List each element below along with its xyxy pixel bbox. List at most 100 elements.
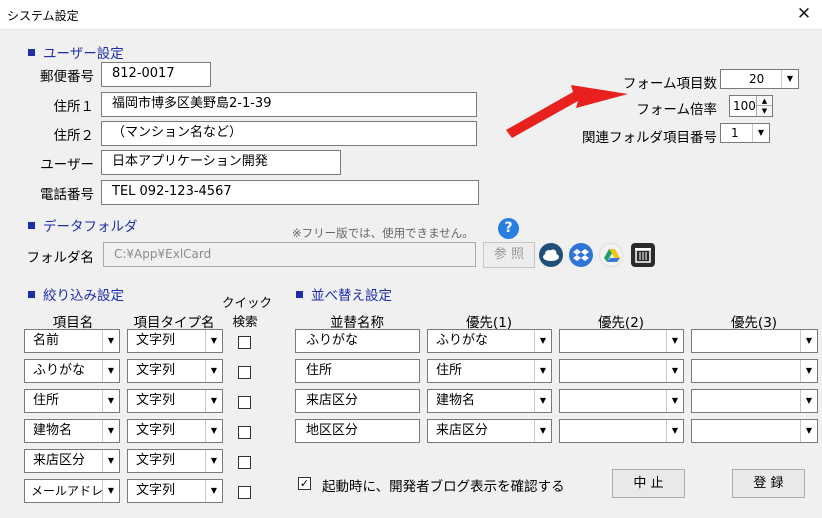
- quick-search-checkbox[interactable]: [238, 486, 251, 499]
- filter-item-dropdown[interactable]: ふりがな ▼: [24, 359, 120, 383]
- chevron-down-icon: ▼: [666, 360, 683, 382]
- filter-item-value: ふりがな: [33, 363, 86, 378]
- spin-down-icon[interactable]: ▼: [756, 106, 772, 116]
- chevron-down-icon: ▼: [800, 420, 817, 442]
- address2-label: 住所２: [53, 128, 95, 144]
- quick-search-checkbox[interactable]: [238, 396, 251, 409]
- chevron-down-icon: ▼: [666, 390, 683, 412]
- chevron-down-icon: ▼: [800, 330, 817, 352]
- filter-type-dropdown[interactable]: 文字列 ▼: [127, 389, 223, 413]
- postal-label: 郵便番号: [40, 69, 94, 85]
- sort-p1-dropdown[interactable]: ふりがな ▼: [427, 329, 552, 353]
- filter-item-dropdown[interactable]: 来店区分 ▼: [24, 449, 120, 473]
- window-title: システム設定: [7, 9, 79, 23]
- free-version-notice: ※フリー版では、使用できません。: [292, 226, 474, 240]
- sort-p3-dropdown[interactable]: ▼: [691, 329, 818, 353]
- filter-item-dropdown[interactable]: 建物名 ▼: [24, 419, 120, 443]
- sort-p3-dropdown[interactable]: ▼: [691, 419, 818, 443]
- chevron-down-icon: ▼: [205, 360, 222, 382]
- cancel-button[interactable]: 中 止: [612, 469, 685, 498]
- folder-name-field[interactable]: C:¥App¥ExlCard: [103, 242, 476, 267]
- filter-type-value: 文字列: [136, 333, 176, 348]
- chevron-down-icon: ▼: [781, 70, 798, 88]
- item-count-dropdown[interactable]: 20 ▼: [720, 69, 799, 89]
- sort-col-p2: 優先(2): [597, 315, 645, 331]
- address2-field[interactable]: （マンション名など）: [101, 121, 477, 146]
- quick-search-checkbox[interactable]: [238, 426, 251, 439]
- address1-field[interactable]: 福岡市博多区美野島2-1-39: [101, 92, 477, 117]
- folder-name-label: フォルダ名: [26, 250, 95, 266]
- sort-p1-dropdown[interactable]: 住所 ▼: [427, 359, 552, 383]
- user-field[interactable]: 日本アプリケーション開発: [101, 150, 341, 175]
- sort-name-field[interactable]: 地区区分: [295, 419, 420, 443]
- filter-type-dropdown[interactable]: 文字列 ▼: [127, 359, 223, 383]
- filter-type-value: 文字列: [136, 393, 176, 408]
- postal-field[interactable]: 812-0017: [101, 62, 211, 87]
- browse-button[interactable]: 参 照: [483, 242, 535, 268]
- startup-blog-checkbox[interactable]: ✓: [298, 477, 311, 490]
- filter-type-dropdown[interactable]: 文字列 ▼: [127, 419, 223, 443]
- sort-p1-value: 建物名: [436, 393, 476, 408]
- red-arrow-annotation: [506, 85, 628, 138]
- chevron-down-icon: ▼: [205, 420, 222, 442]
- sort-p3-dropdown[interactable]: ▼: [691, 389, 818, 413]
- filter-type-value: 文字列: [136, 453, 176, 468]
- sort-p1-dropdown[interactable]: 建物名 ▼: [427, 389, 552, 413]
- quick-search-checkbox[interactable]: [238, 336, 251, 349]
- chevron-down-icon: ▼: [205, 480, 222, 502]
- filter-type-dropdown[interactable]: 文字列 ▼: [127, 449, 223, 473]
- sort-p1-dropdown[interactable]: 来店区分 ▼: [427, 419, 552, 443]
- sort-p3-dropdown[interactable]: ▼: [691, 359, 818, 383]
- filter-type-value: 文字列: [136, 363, 176, 378]
- filter-item-dropdown[interactable]: メールアドレ ▼: [24, 479, 120, 503]
- data-folder-header-text: データフォルダ: [43, 219, 138, 235]
- filter-item-dropdown[interactable]: 住所 ▼: [24, 389, 120, 413]
- sort-col-name: 並替名称: [330, 315, 384, 331]
- user-settings-header-text: ユーザー設定: [43, 46, 124, 62]
- filter-type-dropdown[interactable]: 文字列 ▼: [127, 329, 223, 353]
- sort-name-field[interactable]: 来店区分: [295, 389, 420, 413]
- archive-icon[interactable]: [631, 243, 655, 267]
- register-button[interactable]: 登 録: [732, 469, 805, 498]
- item-count-value: 20: [749, 72, 765, 86]
- chevron-down-icon: ▼: [102, 450, 119, 472]
- chevron-down-icon: ▼: [534, 390, 551, 412]
- filter-item-value: 来店区分: [33, 453, 86, 468]
- filter-item-dropdown[interactable]: 名前 ▼: [24, 329, 120, 353]
- filter-item-value: 建物名: [33, 423, 73, 438]
- sort-p1-value: ふりがな: [436, 333, 489, 348]
- sort-name-field[interactable]: 住所: [295, 359, 420, 383]
- close-icon[interactable]: ✕: [792, 3, 816, 25]
- sort-p2-dropdown[interactable]: ▼: [559, 389, 684, 413]
- related-folder-dropdown[interactable]: 1 ▼: [720, 123, 770, 143]
- sort-p2-dropdown[interactable]: ▼: [559, 329, 684, 353]
- spin-up-icon[interactable]: ▲: [756, 96, 772, 106]
- filter-col-item: 項目名: [52, 315, 94, 331]
- onedrive-icon[interactable]: [539, 243, 563, 267]
- related-folder-value: 1: [731, 126, 739, 140]
- filter-type-dropdown[interactable]: 文字列 ▼: [127, 479, 223, 503]
- chevron-down-icon: ▼: [800, 390, 817, 412]
- section-bullet-icon: [296, 291, 303, 298]
- sort-p1-value: 住所: [436, 363, 463, 378]
- user-label: ユーザー: [40, 157, 94, 173]
- filter-item-value: 住所: [33, 393, 60, 408]
- filter-settings-header: 絞り込み設定: [28, 284, 124, 304]
- chevron-down-icon: ▼: [102, 420, 119, 442]
- filter-item-value: 名前: [33, 333, 60, 348]
- chevron-down-icon: ▼: [102, 480, 119, 502]
- dropbox-icon[interactable]: [569, 243, 593, 267]
- chevron-down-icon: ▼: [534, 420, 551, 442]
- help-icon[interactable]: ?: [498, 218, 519, 239]
- quick-search-checkbox[interactable]: [238, 456, 251, 469]
- quick-search-checkbox[interactable]: [238, 366, 251, 379]
- phone-field[interactable]: TEL 092-123-4567: [101, 180, 479, 205]
- chevron-down-icon: ▼: [205, 450, 222, 472]
- sort-p2-dropdown[interactable]: ▼: [559, 359, 684, 383]
- sort-name-field[interactable]: ふりがな: [295, 329, 420, 353]
- zoom-spinner[interactable]: 100 ▲ ▼: [729, 95, 773, 117]
- section-bullet-icon: [28, 291, 35, 298]
- google-drive-icon[interactable]: [599, 243, 623, 267]
- chevron-down-icon: ▼: [205, 330, 222, 352]
- sort-p2-dropdown[interactable]: ▼: [559, 419, 684, 443]
